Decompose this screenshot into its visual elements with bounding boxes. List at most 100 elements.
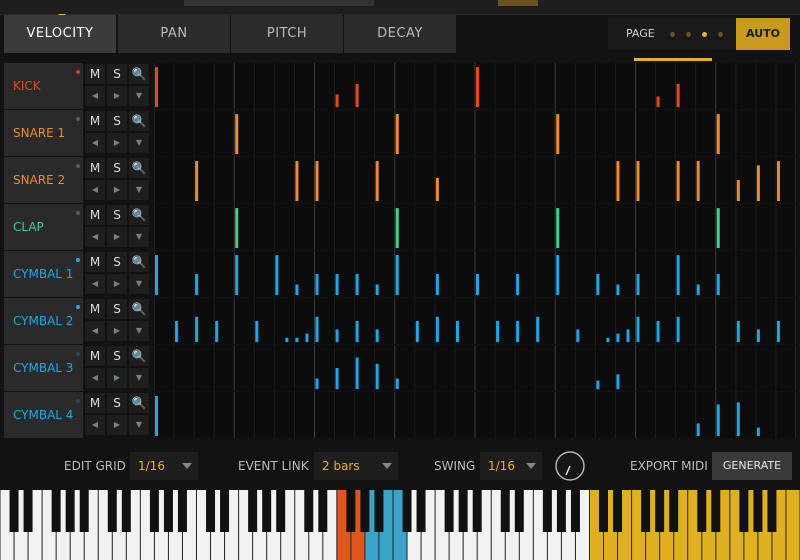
mute-button[interactable]: M bbox=[85, 346, 105, 366]
velocity-bar[interactable] bbox=[736, 321, 740, 342]
prev-icon[interactable]: ◀ bbox=[85, 274, 105, 294]
black-key[interactable] bbox=[711, 490, 721, 532]
black-key[interactable] bbox=[360, 490, 370, 532]
black-key[interactable] bbox=[79, 490, 89, 532]
piano-keyboard[interactable] bbox=[0, 490, 800, 560]
swing-knob-icon[interactable] bbox=[552, 448, 588, 484]
black-key[interactable] bbox=[500, 490, 510, 532]
black-key[interactable] bbox=[472, 490, 482, 532]
velocity-bar[interactable] bbox=[335, 368, 339, 389]
black-key[interactable] bbox=[206, 490, 216, 532]
velocity-bar[interactable] bbox=[696, 284, 700, 296]
velocity-bar[interactable] bbox=[676, 161, 680, 201]
black-key[interactable] bbox=[514, 490, 524, 532]
velocity-bar[interactable] bbox=[315, 161, 319, 201]
velocity-bar[interactable] bbox=[435, 316, 439, 342]
search-icon[interactable]: 🔍 bbox=[129, 393, 149, 413]
velocity-bar[interactable] bbox=[576, 329, 580, 342]
next-icon[interactable]: ▶ bbox=[107, 86, 127, 106]
velocity-bar[interactable] bbox=[255, 321, 259, 342]
prev-icon[interactable]: ◀ bbox=[85, 321, 105, 341]
velocity-bar[interactable] bbox=[155, 67, 158, 107]
mute-button[interactable]: M bbox=[85, 64, 105, 84]
velocity-bar[interactable] bbox=[305, 333, 309, 342]
velocity-bar[interactable] bbox=[355, 321, 359, 342]
chevron-down-icon[interactable]: ▼ bbox=[129, 86, 149, 106]
velocity-bar[interactable] bbox=[395, 255, 399, 295]
velocity-bar[interactable] bbox=[616, 284, 620, 296]
black-key[interactable] bbox=[248, 490, 258, 532]
tab-pitch[interactable]: PITCH bbox=[231, 15, 343, 53]
velocity-bar[interactable] bbox=[476, 274, 479, 295]
step-lane[interactable] bbox=[153, 298, 797, 344]
velocity-bar[interactable] bbox=[616, 333, 620, 342]
next-icon[interactable]: ▶ bbox=[107, 227, 127, 247]
solo-button[interactable]: S bbox=[107, 111, 127, 131]
black-key[interactable] bbox=[9, 490, 19, 532]
black-key[interactable] bbox=[149, 490, 159, 532]
solo-button[interactable]: S bbox=[107, 205, 127, 225]
velocity-bar[interactable] bbox=[195, 161, 199, 201]
mute-button[interactable]: M bbox=[85, 205, 105, 225]
mute-button[interactable]: M bbox=[85, 299, 105, 319]
page-dot-3[interactable] bbox=[702, 32, 707, 37]
next-icon[interactable]: ▶ bbox=[107, 180, 127, 200]
black-key[interactable] bbox=[318, 490, 328, 532]
auto-button[interactable]: AUTO bbox=[736, 18, 790, 50]
black-key[interactable] bbox=[416, 490, 426, 532]
velocity-bar[interactable] bbox=[636, 274, 640, 295]
next-icon[interactable]: ▶ bbox=[107, 274, 127, 294]
chevron-down-icon[interactable]: ▼ bbox=[129, 274, 149, 294]
velocity-bar[interactable] bbox=[756, 165, 760, 201]
swing-select[interactable]: 1/16 bbox=[480, 452, 542, 480]
velocity-bar[interactable] bbox=[606, 337, 610, 342]
velocity-bar[interactable] bbox=[235, 255, 239, 295]
black-key[interactable] bbox=[51, 490, 61, 532]
next-icon[interactable]: ▶ bbox=[107, 133, 127, 153]
velocity-bar[interactable] bbox=[435, 177, 439, 201]
velocity-bar[interactable] bbox=[756, 329, 760, 342]
velocity-bar[interactable] bbox=[636, 316, 640, 342]
lane-label[interactable]: CYMBAL 1 bbox=[4, 251, 83, 297]
velocity-bar[interactable] bbox=[626, 329, 630, 342]
velocity-bar[interactable] bbox=[335, 94, 339, 107]
black-key[interactable] bbox=[613, 490, 623, 532]
step-lane[interactable] bbox=[153, 345, 797, 391]
next-icon[interactable]: ▶ bbox=[107, 321, 127, 341]
search-icon[interactable]: 🔍 bbox=[129, 111, 149, 131]
prev-icon[interactable]: ◀ bbox=[85, 227, 105, 247]
velocity-bar[interactable] bbox=[536, 316, 540, 342]
black-key[interactable] bbox=[304, 490, 314, 532]
black-key[interactable] bbox=[107, 490, 117, 532]
solo-button[interactable]: S bbox=[107, 158, 127, 178]
velocity-bar[interactable] bbox=[355, 83, 359, 107]
tab-decay[interactable]: DECAY bbox=[344, 15, 456, 53]
black-key[interactable] bbox=[570, 490, 580, 532]
page-dot-1[interactable] bbox=[670, 32, 675, 37]
chevron-down-icon[interactable]: ▼ bbox=[129, 321, 149, 341]
lane-label[interactable]: KICK bbox=[4, 63, 83, 109]
prev-icon[interactable]: ◀ bbox=[85, 368, 105, 388]
black-key[interactable] bbox=[346, 490, 356, 532]
velocity-bar[interactable] bbox=[716, 208, 720, 248]
search-icon[interactable]: 🔍 bbox=[129, 299, 149, 319]
velocity-bar[interactable] bbox=[636, 161, 640, 201]
velocity-bar[interactable] bbox=[275, 255, 279, 295]
step-lane[interactable] bbox=[153, 251, 797, 297]
page-dot-2[interactable] bbox=[686, 32, 691, 37]
mute-button[interactable]: M bbox=[85, 252, 105, 272]
mute-button[interactable]: M bbox=[85, 393, 105, 413]
velocity-bar[interactable] bbox=[335, 329, 339, 342]
velocity-bar[interactable] bbox=[395, 208, 399, 248]
solo-button[interactable]: S bbox=[107, 346, 127, 366]
lane-label[interactable]: CYMBAL 4 bbox=[4, 392, 83, 438]
black-key[interactable] bbox=[697, 490, 707, 532]
step-lane[interactable] bbox=[153, 63, 797, 109]
black-key[interactable] bbox=[641, 490, 651, 532]
velocity-bar[interactable] bbox=[295, 284, 299, 296]
search-icon[interactable]: 🔍 bbox=[129, 64, 149, 84]
black-key[interactable] bbox=[739, 490, 749, 532]
velocity-bar[interactable] bbox=[315, 378, 319, 390]
step-lane[interactable] bbox=[153, 157, 797, 203]
lane-label[interactable]: CLAP bbox=[4, 204, 83, 250]
